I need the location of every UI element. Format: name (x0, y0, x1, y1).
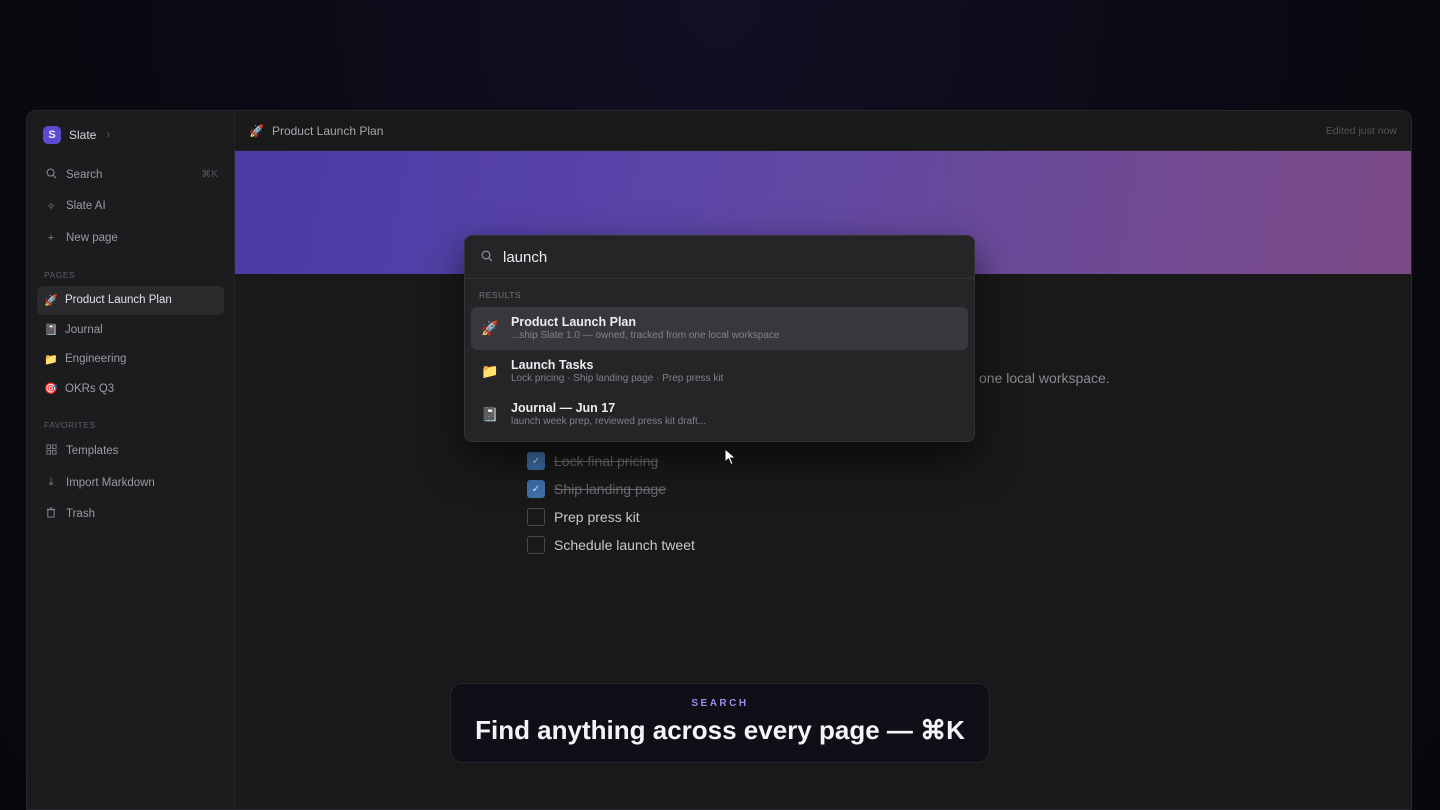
todo-item[interactable]: Prep press kit (527, 508, 640, 526)
target-icon: 🎯 (44, 383, 58, 396)
chevron-right-icon: › (106, 129, 111, 141)
palette-search-bar (465, 236, 974, 279)
sidebar-import-markdown[interactable]: ⤓ Import Markdown (37, 467, 224, 499)
todo-label: Ship landing page (554, 481, 667, 497)
todo-item[interactable]: Schedule launch tweet (527, 536, 695, 554)
sidebar-trash[interactable]: Trash (37, 499, 224, 531)
checkbox-unchecked[interactable] (527, 508, 545, 526)
mouse-cursor-icon (724, 447, 738, 471)
feature-caption: SEARCH Find anything across every page —… (450, 683, 990, 763)
sidebar-page-okrs-q3[interactable]: 🎯 OKRs Q3 (37, 374, 224, 404)
notebook-icon: 📓 (481, 406, 499, 422)
sidebar-search[interactable]: Search ⌘K (37, 159, 224, 191)
todo-item[interactable]: ✓ Lock final pricing (527, 452, 658, 470)
result-title: Product Launch Plan (511, 315, 637, 329)
sidebar-new-page[interactable]: + New page (37, 222, 224, 254)
sidebar-import-label: Import Markdown (66, 476, 155, 489)
result-snippet: ...ship Slate 1.0 — owned, tracked from … (511, 330, 780, 341)
caption-headline: Find anything across every page — ⌘K (475, 715, 965, 745)
sidebar-slate-ai-label: Slate AI (66, 200, 106, 213)
sidebar-page-label: Product Launch Plan (65, 294, 172, 307)
workspace-name: Slate (69, 128, 97, 142)
rocket-icon: 🚀 (44, 294, 58, 307)
checkbox-checked[interactable]: ✓ (527, 452, 545, 470)
sidebar-page-label: OKRs Q3 (65, 382, 115, 395)
document-body-text: one local workspace. (979, 370, 1110, 386)
download-icon: ⤓ (48, 476, 54, 489)
sidebar-page-label: Journal (65, 323, 103, 336)
breadcrumb[interactable]: Product Launch Plan (272, 124, 383, 138)
result-snippet: launch week prep, reviewed press kit dra… (511, 416, 707, 427)
search-result[interactable]: 📁 Launch Tasks Lock pricing · Ship landi… (471, 350, 968, 393)
results-heading: RESULTS (479, 290, 522, 300)
sidebar-search-label: Search (66, 168, 103, 181)
topbar: 🚀 Product Launch Plan Edited just now (235, 111, 1411, 151)
sidebar-page-product-launch-plan[interactable]: 🚀 Product Launch Plan (37, 285, 224, 315)
sidebar-templates[interactable]: Templates (37, 436, 224, 468)
todo-label: Schedule launch tweet (554, 537, 695, 553)
folder-icon: 📁 (481, 363, 499, 379)
folder-icon: 📁 (44, 353, 58, 366)
search-shortcut: ⌘K (201, 169, 218, 181)
result-title: Journal — Jun 17 (511, 401, 616, 415)
sidebar-templates-label: Templates (66, 445, 119, 458)
result-title: Launch Tasks (511, 358, 594, 372)
todo-item[interactable]: ✓ Ship landing page (527, 480, 666, 498)
workspace-switcher[interactable]: S Slate › (37, 125, 224, 145)
search-result[interactable]: 📓 Journal — Jun 17 launch week prep, rev… (471, 393, 968, 436)
todo-label: Prep press kit (554, 509, 640, 525)
sidebar-page-journal[interactable]: 📓 Journal (37, 315, 224, 345)
favorites-heading: FAVORITES (44, 419, 96, 430)
palette-search-input[interactable] (503, 248, 923, 266)
caption-tag: SEARCH (691, 698, 749, 709)
plus-icon: + (47, 231, 55, 244)
sidebar: S Slate › Search ⌘K ✧ Slate AI + New pag… (27, 111, 235, 809)
rocket-icon: 🚀 (249, 123, 264, 138)
todo-label: Lock final pricing (554, 453, 659, 469)
notebook-icon: 📓 (44, 324, 58, 337)
rocket-icon: 🚀 (481, 320, 499, 336)
sidebar-slate-ai[interactable]: ✧ Slate AI (37, 191, 224, 223)
checkbox-unchecked[interactable] (527, 536, 545, 554)
workspace-logo: S (43, 126, 61, 144)
edited-status: Edited just now (1325, 125, 1397, 137)
search-result[interactable]: 🚀 Product Launch Plan ...ship Slate 1.0 … (471, 307, 968, 350)
sparkle-icon: ✧ (46, 200, 56, 213)
search-icon (45, 168, 57, 182)
sidebar-page-label: Engineering (65, 353, 127, 366)
search-palette: RESULTS 🚀 Product Launch Plan ...ship Sl… (464, 235, 975, 442)
sidebar-new-page-label: New page (66, 231, 118, 244)
sidebar-trash-label: Trash (66, 508, 95, 521)
checkbox-checked[interactable]: ✓ (527, 480, 545, 498)
sidebar-page-engineering[interactable]: 📁 Engineering (37, 345, 224, 375)
result-snippet: Lock pricing · Ship landing page · Prep … (511, 373, 724, 384)
search-icon (481, 250, 493, 265)
grid-icon (45, 444, 57, 458)
pages-heading: PAGES (44, 269, 76, 280)
trash-icon (45, 507, 57, 521)
